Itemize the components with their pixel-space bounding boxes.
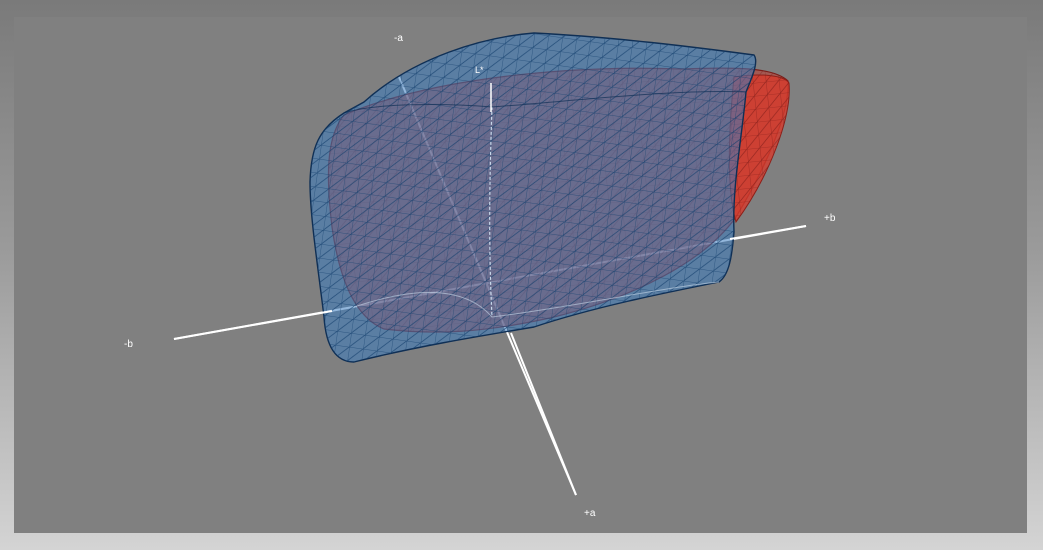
gamut-scene[interactable] [14, 17, 1027, 533]
axis-label-plus-a: +a [584, 508, 596, 519]
blue-gamut-mesh [309, 32, 757, 363]
axis-b-line-front-plus [729, 225, 807, 240]
axis-b-line-front [173, 310, 333, 340]
axis-a-line-front [510, 332, 577, 496]
3d-viewport[interactable]: -a L* +b -b +a [14, 17, 1027, 533]
axis-label-plus-b: +b [824, 213, 836, 224]
axis-label-minus-a: -a [394, 33, 403, 44]
axis-label-minus-b: -b [124, 339, 133, 350]
axis-label-l-star: L* [475, 65, 484, 75]
